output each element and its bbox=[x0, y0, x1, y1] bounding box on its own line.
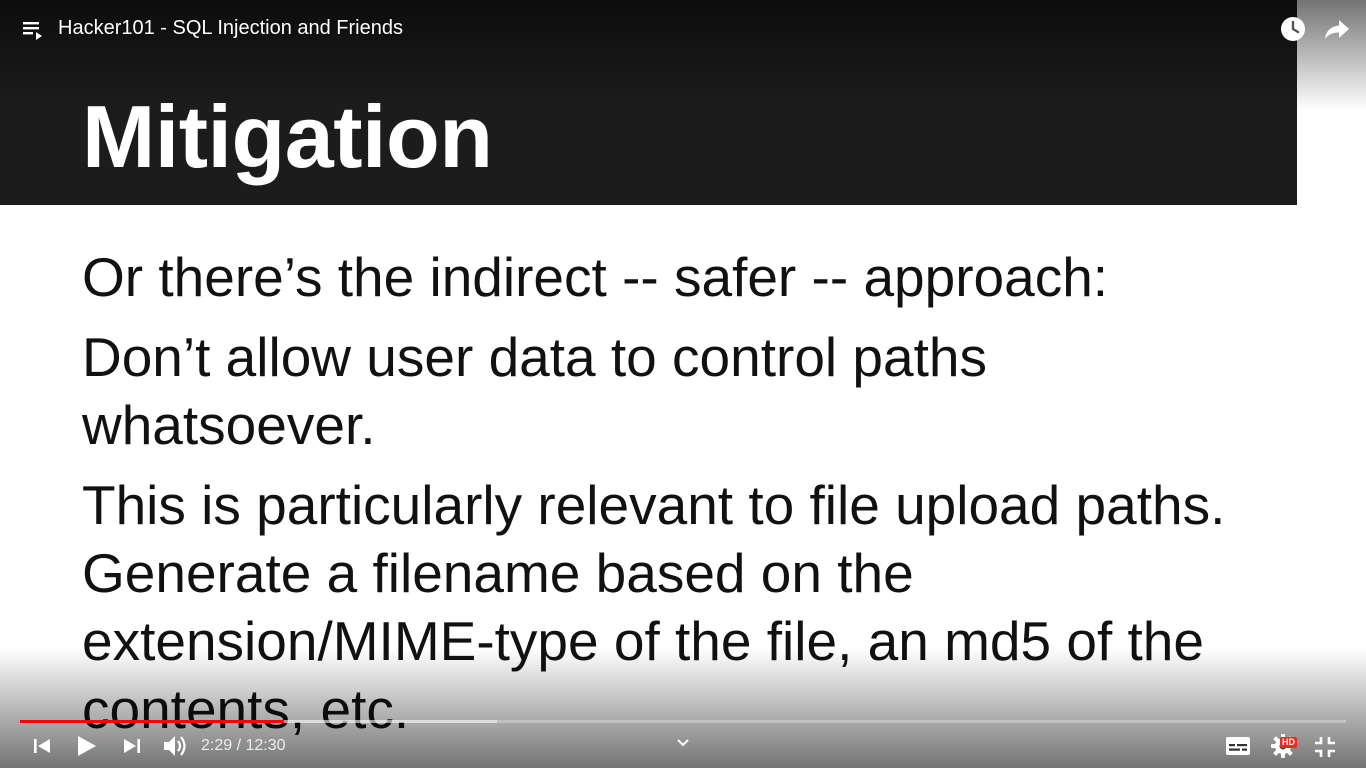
video-frame[interactable]: Mitigation Or there’s the indirect -- sa… bbox=[0, 0, 1366, 768]
playlist-icon bbox=[23, 22, 42, 40]
watch-later-button[interactable] bbox=[1278, 14, 1308, 44]
progress-played bbox=[20, 720, 284, 723]
playlist-button[interactable] bbox=[20, 17, 46, 43]
slide-bullet-line: This is particularly relevant to file up… bbox=[82, 474, 1226, 536]
subtitles-button[interactable] bbox=[1224, 734, 1252, 758]
hd-badge: HD bbox=[1280, 737, 1297, 748]
next-button[interactable] bbox=[120, 734, 144, 758]
current-time: 2:29 bbox=[201, 737, 233, 754]
slide-bullet-line: Or there’s the indirect -- safer -- appr… bbox=[82, 246, 1109, 308]
more-videos-button[interactable] bbox=[673, 732, 693, 752]
share-arrow-icon bbox=[1325, 20, 1349, 39]
subtitles-icon bbox=[1226, 737, 1250, 755]
clock-icon bbox=[1281, 17, 1305, 41]
slide-bullet: Or there’s the indirect -- safer -- appr… bbox=[82, 243, 1108, 311]
time-display: 2:29 / 12:30 bbox=[201, 736, 286, 756]
slide-bullet: Don’t allow user data to control paths w… bbox=[82, 323, 987, 459]
slide-title: Mitigation bbox=[82, 87, 493, 186]
play-button[interactable] bbox=[72, 731, 100, 761]
exit-fullscreen-icon bbox=[1315, 737, 1335, 757]
previous-button[interactable] bbox=[30, 734, 54, 758]
play-icon bbox=[78, 736, 96, 756]
time-separator: / bbox=[232, 737, 246, 754]
duration: 12:30 bbox=[245, 737, 286, 754]
chevron-down-icon bbox=[677, 739, 689, 747]
slide-bullet-line: contents, etc. bbox=[82, 678, 410, 740]
exit-fullscreen-button[interactable] bbox=[1312, 734, 1338, 760]
player-top-bar: Hacker101 - SQL Injection and Friends bbox=[0, 0, 1366, 58]
volume-button[interactable] bbox=[160, 732, 190, 760]
share-button[interactable] bbox=[1322, 14, 1352, 44]
slide-bullet-line: Don’t allow user data to control paths bbox=[82, 326, 987, 388]
slide-bullet-line: extension/MIME-type of the file, an md5 … bbox=[82, 610, 1204, 672]
progress-bar[interactable] bbox=[20, 720, 1346, 723]
slide-bullet-line: Generate a filename based on the bbox=[82, 542, 914, 604]
slide-bullet-line: whatsoever. bbox=[82, 394, 376, 456]
video-title[interactable]: Hacker101 - SQL Injection and Friends bbox=[58, 16, 403, 40]
skip-previous-icon bbox=[34, 739, 50, 753]
slide-bullet: This is particularly relevant to file up… bbox=[82, 471, 1225, 743]
skip-next-icon bbox=[124, 739, 140, 753]
volume-icon bbox=[164, 736, 186, 756]
